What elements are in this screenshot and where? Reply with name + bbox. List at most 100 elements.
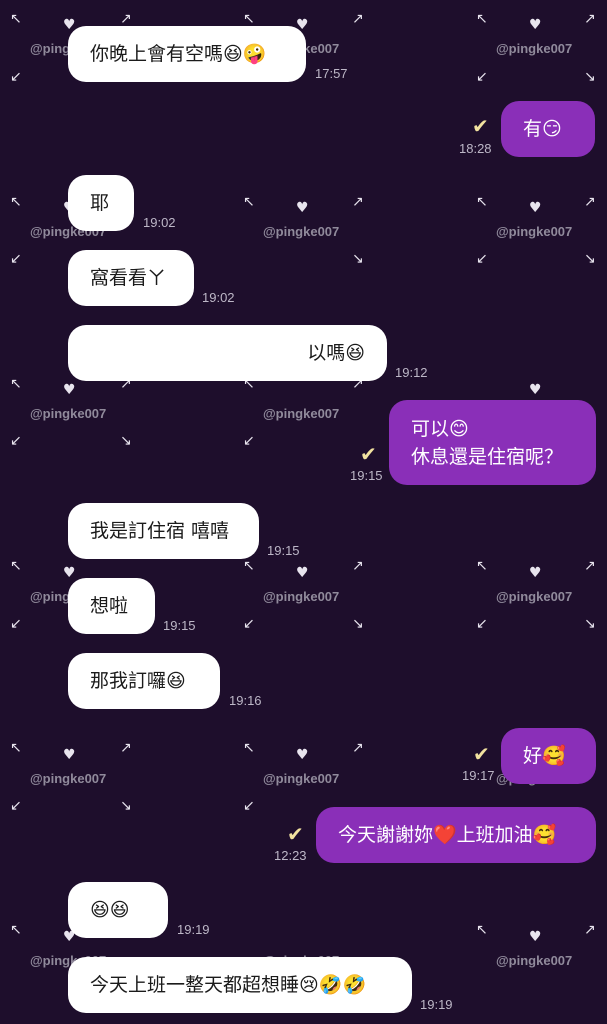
arrow-icon: ↖: [476, 922, 488, 938]
message-bubble-outgoing[interactable]: 有😏: [501, 101, 595, 157]
message-text: 那我訂囉😆: [90, 670, 186, 692]
watermark: @pingke007: [263, 406, 340, 421]
heart-icon: ♥: [63, 747, 76, 763]
heart-icon: ♥: [296, 565, 309, 581]
arrow-icon: ↙: [10, 251, 22, 267]
message-time: 19:12: [395, 365, 428, 380]
arrow-icon: ↖: [10, 194, 22, 210]
message-time: 19:19: [177, 922, 210, 937]
message-bubble-incoming[interactable]: 以嗎😆: [68, 325, 387, 381]
message-time: 19:02: [202, 290, 235, 305]
arrow-icon: ↗: [584, 558, 596, 574]
message-bubble-outgoing[interactable]: 今天謝謝妳❤️上班加油🥰: [316, 807, 596, 863]
arrow-icon: ↖: [243, 740, 255, 756]
message-bubble-incoming[interactable]: 你晚上會有空嗎😆🤪: [68, 26, 306, 82]
arrow-icon: ↙: [476, 251, 488, 267]
check-icon: ✔: [360, 442, 377, 466]
arrow-icon: ↖: [243, 194, 255, 210]
message-text: 耶: [90, 192, 110, 214]
message-bubble-incoming[interactable]: 那我訂囉😆: [68, 653, 220, 709]
message-bubble-incoming[interactable]: 想啦: [68, 578, 155, 634]
message-bubble-incoming[interactable]: 我是訂住宿 嘻嘻: [68, 503, 259, 559]
message-text: 😆😆: [90, 899, 130, 921]
arrow-icon: ↖: [476, 11, 488, 27]
message-time: 19:16: [229, 693, 262, 708]
chat-area[interactable]: @pingke007 @pingke007 @pingke007 @pingke…: [0, 0, 607, 1024]
arrow-icon: ↖: [243, 558, 255, 574]
heart-icon: ♥: [529, 382, 542, 398]
message-bubble-outgoing[interactable]: 好🥰: [501, 728, 596, 784]
check-icon: ✔: [473, 742, 490, 766]
arrow-icon: ↗: [352, 11, 364, 27]
arrow-icon: ↗: [584, 194, 596, 210]
message-bubble-incoming[interactable]: 窩看看ㄚ: [68, 250, 194, 306]
heart-icon: ♥: [63, 382, 76, 398]
arrow-icon: ↗: [120, 740, 132, 756]
arrow-icon: ↘: [584, 251, 596, 267]
arrow-icon: ↙: [476, 616, 488, 632]
heart-icon: ♥: [529, 929, 542, 945]
arrow-icon: ↘: [352, 251, 364, 267]
arrow-icon: ↖: [10, 558, 22, 574]
heart-icon: ♥: [296, 200, 309, 216]
heart-icon: ♥: [529, 565, 542, 581]
arrow-icon: ↙: [10, 616, 22, 632]
watermark: @pingke007: [496, 589, 573, 604]
message-text: 今天上班一整天都超想睡😢🤣🤣: [90, 974, 367, 996]
message-time: 19:19: [420, 997, 453, 1012]
watermark: @pingke007: [30, 771, 107, 786]
watermark: @pingke007: [496, 953, 573, 968]
arrow-icon: ↖: [10, 740, 22, 756]
arrow-icon: ↗: [352, 740, 364, 756]
message-text-line-1: 可以😊: [411, 417, 469, 440]
arrow-icon: ↘: [584, 616, 596, 632]
arrow-icon: ↖: [476, 194, 488, 210]
check-icon: ✔: [287, 822, 304, 846]
watermark: @pingke007: [496, 224, 573, 239]
heart-icon: ♥: [63, 565, 76, 581]
watermark: @pingke007: [263, 589, 340, 604]
arrow-icon: ↗: [584, 11, 596, 27]
message-text: 以嗎😆: [307, 342, 365, 364]
message-time: 19:15: [267, 543, 300, 558]
message-text: 好🥰: [523, 745, 566, 767]
message-bubble-incoming[interactable]: 😆😆: [68, 882, 168, 938]
watermark: @pingke007: [263, 224, 340, 239]
arrow-icon: ↗: [120, 11, 132, 27]
message-bubble-incoming[interactable]: 今天上班一整天都超想睡😢🤣🤣: [68, 957, 412, 1013]
arrow-icon: ↖: [10, 376, 22, 392]
watermark: @pingke007: [496, 41, 573, 56]
message-bubble-outgoing[interactable]: 可以😊 休息還是住宿呢？: [389, 400, 596, 485]
arrow-icon: ↘: [120, 433, 132, 449]
message-time: 19:17: [462, 768, 495, 783]
arrow-icon: ↖: [243, 11, 255, 27]
message-time: 12:23: [274, 848, 307, 863]
heart-icon: ♥: [529, 17, 542, 33]
message-time: 18:28: [459, 141, 492, 156]
message-time: 19:15: [163, 618, 196, 633]
message-text: 今天謝謝妳❤️上班加油🥰: [338, 824, 557, 846]
message-text: 我是訂住宿 嘻嘻: [90, 520, 230, 542]
arrow-icon: ↖: [10, 922, 22, 938]
arrow-icon: ↗: [584, 922, 596, 938]
arrow-icon: ↘: [120, 798, 132, 814]
arrow-icon: ↘: [352, 616, 364, 632]
message-text: 你晚上會有空嗎😆🤪: [90, 43, 267, 65]
message-bubble-incoming[interactable]: 耶: [68, 175, 134, 231]
message-time: 19:15: [350, 468, 383, 483]
arrow-icon: ↘: [584, 69, 596, 85]
watermark: @pingke007: [30, 406, 107, 421]
heart-icon: ♥: [529, 200, 542, 216]
watermark: @pingke007: [263, 771, 340, 786]
message-text: 窩看看ㄚ: [90, 267, 167, 289]
arrow-icon: ↖: [10, 11, 22, 27]
arrow-icon: ↙: [243, 433, 255, 449]
arrow-icon: ↙: [10, 798, 22, 814]
arrow-icon: ↙: [243, 616, 255, 632]
message-text: 想啦: [90, 595, 129, 617]
message-time: 19:02: [143, 215, 176, 230]
arrow-icon: ↗: [352, 558, 364, 574]
heart-icon: ♥: [296, 747, 309, 763]
arrow-icon: ↙: [243, 798, 255, 814]
arrow-icon: ↙: [10, 69, 22, 85]
